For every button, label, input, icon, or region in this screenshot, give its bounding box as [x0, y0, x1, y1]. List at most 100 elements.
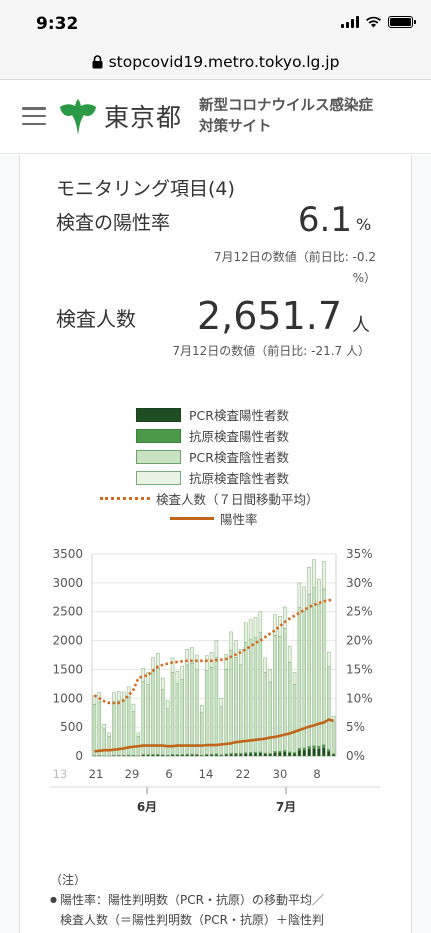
cellular-signal-icon	[341, 16, 359, 28]
bar-pcr-negative	[141, 680, 145, 755]
notes-line2: 検査人数（＝陽性判明数（PCR・抗原）＋陰性判	[60, 913, 324, 927]
bar-antigen-negative	[302, 586, 306, 612]
bar-pcr-negative	[204, 670, 209, 755]
bar-pcr-negative	[312, 587, 316, 746]
bar-pcr-positive	[317, 748, 321, 757]
legend-label: PCR検査陽性者数	[189, 408, 289, 423]
bar-antigen-negative	[214, 640, 219, 658]
bar-pcr-negative	[151, 671, 155, 755]
x-tick-label: 30	[273, 767, 288, 781]
y-tick-label-right: 35%	[346, 547, 373, 561]
bar-pcr-negative	[273, 634, 277, 752]
bar-pcr-negative	[195, 669, 199, 755]
legend-item-positive-rate[interactable]: 陽性率	[170, 509, 258, 528]
bar-antigen-negative	[278, 616, 282, 637]
x-tick-label: 6	[165, 767, 172, 781]
bar-pcr-positive	[224, 754, 228, 757]
bar-antigen-negative	[322, 561, 326, 590]
legend-item-antigen-positive[interactable]: 抗原検査陽性者数	[136, 426, 289, 445]
bar-pcr-positive	[283, 751, 287, 757]
bar-antigen-negative	[175, 670, 180, 684]
bar-pcr-negative	[219, 706, 224, 756]
bar-antigen-negative	[219, 698, 224, 707]
legend-label: 陽性率	[220, 512, 258, 527]
test-count-value: 2,651.7	[196, 294, 342, 338]
legend-item-pcr-positive[interactable]: PCR検査陽性者数	[136, 405, 289, 424]
bar-pcr-positive	[190, 754, 194, 757]
x-tick-label: 13	[53, 767, 68, 781]
bar-pcr-negative	[263, 671, 267, 754]
y-tick-label-left: 3000	[52, 576, 83, 590]
bar-pcr-negative	[180, 679, 184, 755]
bar-antigen-negative	[131, 703, 136, 712]
bar-antigen-positive	[326, 749, 331, 752]
address-bar[interactable]: stopcovid19.metro.tokyo.lg.jp	[0, 44, 431, 80]
bar-antigen-negative	[126, 686, 131, 698]
bar-pcr-negative	[297, 607, 302, 749]
bar-pcr-negative	[97, 701, 102, 756]
bar-pcr-negative	[170, 672, 175, 755]
bar-pcr-negative	[268, 681, 272, 754]
status-time: 9:32	[36, 14, 79, 34]
bar-pcr-positive	[204, 754, 209, 757]
bar-antigen-negative	[253, 617, 258, 638]
bar-antigen-negative	[287, 646, 292, 663]
site-title[interactable]: 新型コロナウイルス感染症 対策サイト	[199, 96, 399, 138]
site-title-line2: 対策サイト	[199, 119, 272, 135]
bar-pcr-negative	[200, 712, 204, 756]
bar-pcr-positive	[307, 748, 311, 757]
bar-pcr-positive	[312, 747, 316, 757]
bar-pcr-positive	[244, 753, 248, 757]
legend-item-pcr-negative[interactable]: PCR検査陰性者数	[136, 447, 289, 466]
site-title-line1: 新型コロナウイルス感染症	[199, 98, 373, 114]
bar-antigen-positive	[322, 744, 326, 748]
bar-pcr-negative	[248, 639, 253, 753]
bar-pcr-positive	[248, 753, 253, 757]
bar-antigen-negative	[244, 622, 248, 643]
legend-item-antigen-negative[interactable]: 抗原検査陰性者数	[136, 468, 289, 487]
bar-pcr-negative	[175, 683, 180, 755]
x-tick-label: 14	[199, 767, 214, 781]
menu-icon[interactable]	[22, 107, 46, 125]
bar-antigen-negative	[224, 654, 228, 670]
bar-pcr-negative	[253, 637, 258, 753]
bar-antigen-negative	[204, 655, 209, 671]
bar-pcr-positive	[273, 752, 277, 757]
bar-antigen-negative	[185, 649, 189, 666]
positive-rate-label: 検査の陽性率	[56, 212, 171, 234]
bar-pcr-negative	[244, 641, 248, 753]
bar-pcr-positive	[209, 754, 214, 757]
card-title: モニタリング項目(4)	[56, 178, 235, 200]
bar-pcr-positive	[253, 752, 258, 757]
bar-antigen-negative	[136, 732, 141, 737]
test-count-label: 検査人数	[56, 307, 136, 331]
positive-rate-chart[interactable]: 3500 3000 2500 2000 1500 1000 500 0 35% 30% 25% 20%…	[0, 540, 431, 830]
y-tick-label-left: 3500	[52, 547, 83, 561]
bar-pcr-negative	[214, 657, 219, 755]
site-header: 東京都 新型コロナウイルス感染症 対策サイト	[0, 80, 431, 154]
bar-pcr-negative	[117, 700, 121, 756]
legend-swatch	[100, 497, 150, 500]
bar-antigen-negative	[170, 657, 175, 673]
x-tick-label: 29	[125, 767, 140, 781]
bar-pcr-positive	[258, 752, 263, 757]
bar-pcr-negative	[190, 663, 194, 755]
legend-swatch	[136, 470, 181, 485]
y-tick-label-right: 0%	[346, 749, 365, 763]
bar-antigen-negative	[165, 700, 170, 709]
bar-antigen-negative	[195, 654, 199, 671]
bar-pcr-positive	[195, 754, 199, 757]
bar-pcr-negative	[307, 593, 311, 747]
bar-pcr-negative	[287, 661, 292, 752]
bar-antigen-negative	[263, 657, 267, 673]
notes-heading: （注）	[50, 873, 87, 887]
legend-item-moving-average[interactable]: 検査人数（７日間移動平均）	[100, 489, 319, 508]
bar-pcr-positive	[268, 753, 272, 757]
bar-antigen-negative	[180, 665, 184, 680]
bar-pcr-positive	[239, 753, 243, 757]
bar-pcr-positive	[278, 752, 282, 757]
bar-pcr-positive	[229, 753, 233, 757]
status-icons	[341, 16, 416, 28]
y-tick-label-right: 20%	[346, 634, 373, 648]
tokyo-logo-icon[interactable]	[58, 98, 98, 138]
